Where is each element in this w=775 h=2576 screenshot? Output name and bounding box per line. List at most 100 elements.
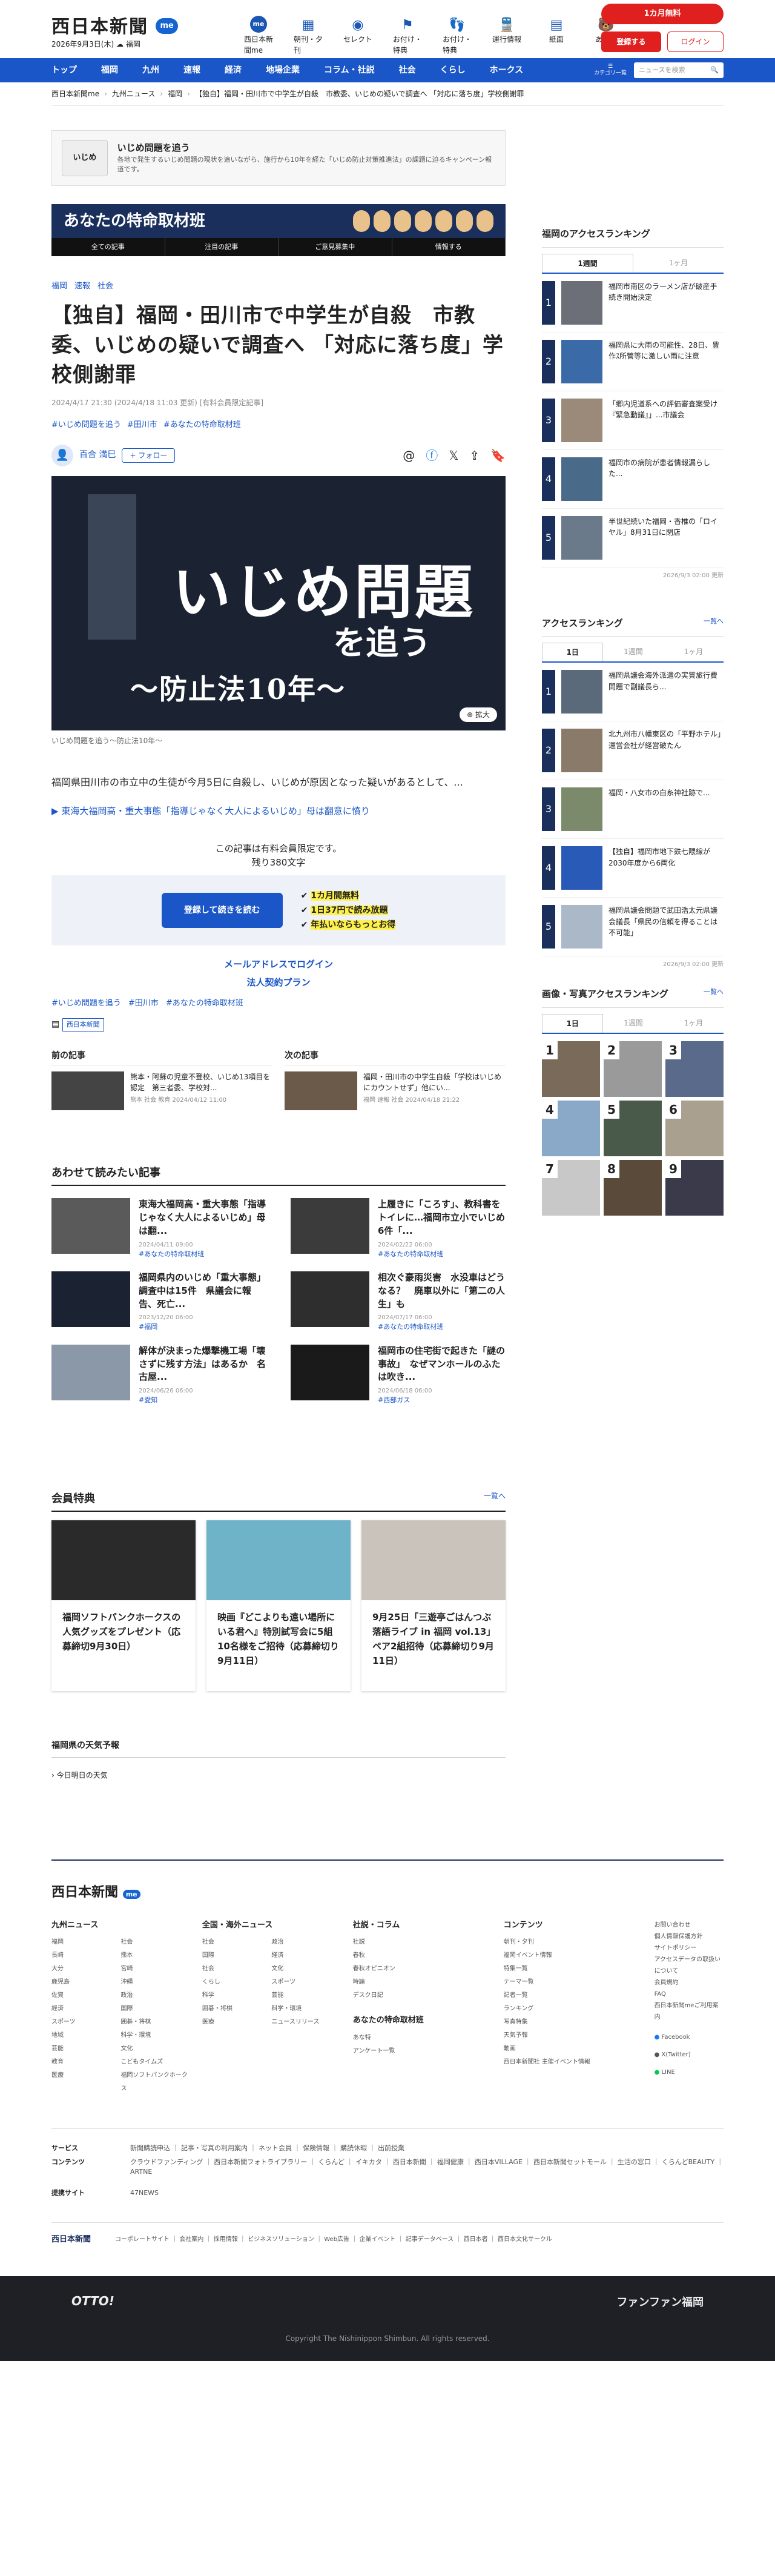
- publisher-badge[interactable]: 西日本新聞: [62, 1018, 104, 1032]
- perk-card[interactable]: 9月25日「三遊亭ごはんつぶ 落語ライブ in 福岡 vol.13」ペア2組招待…: [361, 1520, 506, 1691]
- ranking-item[interactable]: 5 半世紀続いた福岡・香椎の「ロイヤル」8月31日に閉店: [542, 509, 724, 568]
- footer-link[interactable]: デスク日記: [353, 1989, 492, 2002]
- contents-links[interactable]: クラウドファンディング ｜ 西日本新聞フォトライブラリー ｜ くらんど ｜ イキ…: [130, 2157, 724, 2177]
- footer-link[interactable]: 芸能: [271, 1989, 340, 2002]
- follow-button[interactable]: + フォロー: [122, 448, 176, 463]
- breadcrumb-item[interactable]: 福岡: [168, 88, 182, 99]
- ranking-item[interactable]: 3 「郷内児道系への評価審査案受け『緊急動議』」...市議会: [542, 391, 724, 450]
- footer-link[interactable]: ランキング: [504, 2002, 642, 2016]
- list-item[interactable]: 上履きに「ころす」、教科書をトイレに…福岡市立小でいじめ6件「... 2024/0…: [291, 1198, 506, 1259]
- footer-logo[interactable]: 西日本新聞 me: [51, 1882, 724, 1902]
- category-tag[interactable]: 速報: [74, 280, 90, 293]
- nav-top[interactable]: トップ: [51, 58, 89, 82]
- footer-link[interactable]: 科学・環境: [120, 2029, 190, 2042]
- otto-logo[interactable]: OTTO!: [71, 2292, 114, 2310]
- footer-link[interactable]: こどもタイムズ: [120, 2056, 190, 2069]
- footer-link[interactable]: 文化: [271, 1962, 340, 1976]
- header-link-gift[interactable]: ⚑ お付け・特典: [393, 16, 422, 56]
- facebook-link[interactable]: ● Facebook: [655, 2031, 724, 2043]
- footer-link[interactable]: 西日本新聞meご利用案内: [655, 2000, 724, 2023]
- footer-link[interactable]: 春秋オピニオン: [353, 1962, 492, 1976]
- prev-article[interactable]: 前の記事 熊本・阿蘇の児童不登校、いじめ13項目を認定 第三者委、学校対... 熊…: [51, 1050, 272, 1111]
- footer-link[interactable]: テーマ一覧: [504, 1976, 642, 1989]
- services-links[interactable]: 新聞購読申込 ｜ 記事・写真の利用案内 ｜ ネット会員 ｜ 保険情報 ｜ 購読休…: [130, 2144, 404, 2154]
- footer-link[interactable]: あな特: [353, 2031, 492, 2045]
- footer-link[interactable]: 沖縄: [120, 1976, 190, 1989]
- footer-link[interactable]: 社説: [353, 1936, 492, 1949]
- tab-1day[interactable]: 1日: [542, 1013, 604, 1033]
- tab-1month[interactable]: 1ヶ月: [633, 254, 724, 273]
- footer-link[interactable]: 芸能: [51, 2042, 120, 2056]
- list-item[interactable]: 福岡県内のいじめ「重大事態」調査中は15件 県議会に報告、死亡... 2023/1…: [51, 1271, 266, 1333]
- photo-item[interactable]: 9: [665, 1159, 724, 1216]
- subscribe-button[interactable]: 1カ月無料: [601, 4, 724, 24]
- footer-link[interactable]: 個人情報保護方針: [655, 1931, 724, 1942]
- series-tag[interactable]: #田川市: [127, 419, 157, 431]
- footer-link[interactable]: 鹿児島: [51, 1976, 120, 1989]
- footer-link[interactable]: 社会: [120, 1936, 190, 1949]
- ranking-item[interactable]: 2 北九州市八幡東区の「平野ホテル」運営会社が経営破たん: [542, 721, 724, 780]
- footer-link-group[interactable]: あな特 アンケート一覧: [353, 2031, 492, 2058]
- search-icon[interactable]: 🔍: [710, 65, 719, 76]
- footer-link[interactable]: 政治: [120, 1989, 190, 2002]
- threads-icon[interactable]: @: [403, 446, 415, 465]
- footer-link[interactable]: 経済: [271, 1949, 340, 1962]
- footer-link[interactable]: 佐賀: [51, 1989, 120, 2002]
- breadcrumb-item[interactable]: 九州ニュース: [112, 88, 155, 99]
- footer-link[interactable]: 医療: [51, 2069, 120, 2096]
- footer-link[interactable]: 囲碁・将棋: [120, 2016, 190, 2029]
- nav-hawks[interactable]: ホークス: [478, 58, 536, 82]
- nav-fukuoka[interactable]: 福岡: [89, 58, 130, 82]
- footer-link[interactable]: 西日本新聞社 主催イベント情報: [504, 2056, 642, 2069]
- site-logo[interactable]: 西日本新聞 me: [51, 13, 178, 41]
- footer-link[interactable]: 時論: [353, 1976, 492, 1989]
- tab-1day[interactable]: 1日: [542, 643, 604, 661]
- footer-link-group[interactable]: 社会 政治 国際 経済 社会 文化 くらし スポーツ 科学 芸能 囲碁・将棋 科学・環境 医療 ニュースリ…: [202, 1936, 341, 2029]
- footer-link-group[interactable]: 朝刊・夕刊 福岡イベント情報 特集一覧 テーマ一覧 記者一覧 ランキング 写真特集 天気予報動…: [504, 1936, 642, 2069]
- login-button[interactable]: ログイン: [667, 31, 724, 52]
- photo-item[interactable]: 8: [604, 1159, 662, 1216]
- footer-link[interactable]: 科学・環境: [271, 2002, 340, 2016]
- footer-link[interactable]: サイトポリシー: [655, 1942, 724, 1954]
- ranking-item[interactable]: 4 【独自】福岡市地下鉄七隈線が2030年度から6両化: [542, 839, 724, 898]
- footer-link[interactable]: 動画: [504, 2042, 642, 2056]
- line-link[interactable]: ● LINE: [655, 2067, 724, 2078]
- list-item[interactable]: 福岡市の住宅街で起きた「謎の事故」 なぜマンホールのふたは吹き... 2024/0…: [291, 1344, 506, 1406]
- corp-plan-link[interactable]: 法人契約プラン: [51, 973, 506, 992]
- footer-link[interactable]: くらし: [202, 1976, 271, 1989]
- footer-link[interactable]: 社会: [202, 1962, 271, 1976]
- footer-link[interactable]: 長崎: [51, 1949, 120, 1962]
- category-menu-button[interactable]: ☰ カテゴリ一覧: [594, 64, 627, 77]
- list-item[interactable]: 解体が決まった爆撃機工場「壊さずに残す方法」はあるか 名古屋... 2024/06…: [51, 1344, 266, 1406]
- tab-1week[interactable]: 1週間: [603, 643, 663, 661]
- tab-1month[interactable]: 1ヶ月: [664, 643, 724, 661]
- tab-1month[interactable]: 1ヶ月: [664, 1014, 724, 1033]
- ranking-item[interactable]: 4 福岡市の病院が患者情報漏らした...: [542, 450, 724, 509]
- photo-item[interactable]: 5: [604, 1100, 662, 1156]
- perk-card[interactable]: 映画『どこよりも遠い場所にいる君へ』特別試写会に5組10名様をご招待（応募締切り…: [206, 1520, 351, 1691]
- x-icon[interactable]: 𝕏: [449, 446, 458, 465]
- series-tag[interactable]: #あなたの特命取材班: [163, 419, 241, 431]
- category-tag[interactable]: 社会: [97, 280, 113, 293]
- ranking-item[interactable]: 1 福岡県議会海外派遣の実質旅行費問題で副議長ら...: [542, 663, 724, 721]
- nav-sokuho[interactable]: 速報: [171, 58, 213, 82]
- tab-1week[interactable]: 1週間: [542, 253, 633, 273]
- category-tag[interactable]: 福岡: [51, 280, 67, 293]
- ranking-item[interactable]: 2 福岡県に大雨の可能性、28日、豊作ｽ所管等に激しい雨に注意: [542, 333, 724, 391]
- footer-link[interactable]: お問い合わせ: [655, 1919, 724, 1931]
- header-link-train[interactable]: 🚆 運行情報: [492, 16, 521, 56]
- series-tag[interactable]: #いじめ問題を追う: [51, 419, 121, 431]
- footer-link-group[interactable]: 福岡 社会 長崎 熊本 大分 宮崎 鹿児島 沖縄 佐賀 政治 経済 国際 スポーツ 囲碁・将棋 地域 科学・環…: [51, 1936, 190, 2096]
- footer-link[interactable]: アクセスデータの取扱いについて: [655, 1954, 724, 1977]
- nav-column[interactable]: コラム・社説: [312, 58, 387, 82]
- mail-login-link[interactable]: メールアドレスでログイン: [51, 955, 506, 973]
- header-link-paper[interactable]: ▦ 朝刊・夕刊: [294, 16, 323, 56]
- author-name[interactable]: 百合 満巳: [79, 449, 116, 462]
- nav-jiba[interactable]: 地場企業: [254, 58, 312, 82]
- footer-link[interactable]: 春秋: [353, 1949, 492, 1962]
- bottom-tag[interactable]: #いじめ問題を追う: [51, 998, 121, 1010]
- header-link-me[interactable]: me 西日本新聞me: [244, 16, 273, 56]
- tokusyu-tab[interactable]: 情報する: [392, 238, 506, 256]
- footer-link[interactable]: 地域: [51, 2029, 120, 2042]
- hero-image[interactable]: いじめ問題 を追う 〜防止法10年〜 ⊕ 拡大: [51, 475, 506, 730]
